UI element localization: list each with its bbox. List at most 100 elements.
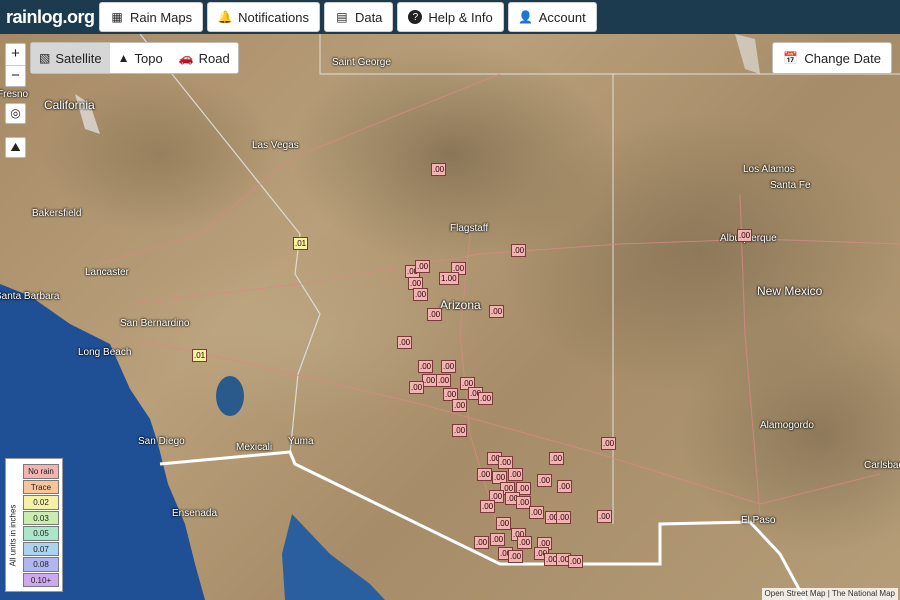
nav-account-label: Account	[538, 9, 586, 25]
rain-gauge-marker[interactable]: .00	[441, 360, 457, 373]
rain-gauge-marker[interactable]: .00	[511, 244, 527, 257]
rain-gauge-marker[interactable]: .00	[413, 288, 429, 301]
rain-gauge-marker[interactable]: .00	[427, 308, 443, 321]
place-label: El Paso	[741, 515, 776, 526]
nav-data-label: Data	[354, 9, 383, 25]
legend-title: All units in inches	[8, 504, 18, 567]
top-navigation-bar: rainlog.org ▦ Rain Maps 🔔 Notifications …	[0, 0, 900, 34]
nav-notifications-label: Notifications	[238, 9, 309, 25]
nav-rain-maps-button[interactable]: ▦ Rain Maps	[99, 2, 204, 32]
rain-gauge-marker[interactable]: .00	[489, 305, 505, 318]
map-type-road-label: Road	[198, 50, 230, 66]
calendar-icon: 📅	[783, 51, 799, 65]
crosshair-icon: ◎	[10, 106, 21, 120]
rain-gauge-marker[interactable]: .00	[478, 392, 494, 405]
rain-gauge-marker[interactable]: .00	[529, 506, 545, 519]
rain-gauge-marker[interactable]: .00	[549, 452, 565, 465]
place-label: Saint George	[332, 57, 391, 68]
help-icon: ?	[408, 10, 423, 24]
place-label: Bakersfield	[32, 208, 82, 219]
rain-gauge-marker[interactable]: 1.00	[439, 272, 459, 285]
rainfall-legend: All units in inches No rain Trace 0.02 0…	[5, 458, 63, 592]
rain-gauge-marker[interactable]: .00	[490, 533, 506, 546]
map-type-topo-button[interactable]: ▲ Topo	[110, 43, 171, 73]
place-label: Lancaster	[85, 267, 129, 278]
place-label: Flagstaff	[450, 223, 489, 234]
gulf-of-california	[282, 514, 385, 600]
rain-gauge-marker[interactable]: .01	[293, 237, 309, 250]
rain-gauge-marker[interactable]: .00	[557, 480, 573, 493]
rain-gauge-marker[interactable]: .00	[496, 517, 512, 530]
place-label: California	[44, 98, 95, 112]
legend-item-no-rain: No rain	[23, 464, 59, 479]
nav-notifications-button[interactable]: 🔔 Notifications	[207, 2, 320, 32]
nav-rain-maps-label: Rain Maps	[130, 9, 193, 25]
place-label: Mexicali	[236, 442, 273, 453]
map-type-selector: ▧ Satellite ▲ Topo 🚗 Road	[30, 42, 239, 74]
rain-gauge-marker[interactable]: .00	[415, 260, 431, 273]
rain-gauge-marker[interactable]: .00	[422, 374, 438, 387]
legend-item-0-07: 0.07	[23, 541, 59, 556]
chart-icon: ▤	[336, 10, 348, 24]
terrain-button[interactable]: ⛰	[5, 137, 26, 158]
user-icon: 👤	[518, 10, 534, 24]
bell-icon: 🔔	[217, 10, 233, 24]
place-label: Alamogordo	[760, 420, 814, 431]
rain-gauge-marker[interactable]: .00	[480, 500, 496, 513]
rain-gauge-marker[interactable]: .00	[601, 437, 617, 450]
zoom-out-button[interactable]: −	[6, 65, 25, 86]
rain-gauge-marker[interactable]: .00	[452, 424, 468, 437]
rain-gauge-marker[interactable]: .00	[508, 468, 524, 481]
mountain-outline-icon: ⛰	[10, 140, 21, 154]
rain-gauge-marker[interactable]: .00	[418, 360, 434, 373]
change-date-label: Change Date	[804, 50, 881, 66]
locate-button[interactable]: ◎	[5, 103, 26, 124]
map-type-satellite-label: Satellite	[55, 50, 102, 66]
place-label: Ensenada	[172, 508, 218, 519]
place-label: Santa Barbara	[0, 291, 60, 302]
rainlog-logo[interactable]: rainlog.org	[0, 0, 95, 34]
zoom-in-button[interactable]: +	[6, 44, 25, 65]
nav-data-button[interactable]: ▤ Data	[323, 2, 394, 32]
place-label: Arizona	[440, 298, 481, 312]
rain-gauge-marker[interactable]: .00	[508, 550, 524, 563]
legend-item-trace: Trace	[23, 479, 59, 494]
place-label: New Mexico	[757, 284, 823, 298]
rain-gauge-marker[interactable]: .00	[452, 399, 468, 412]
place-label: Los Alamos	[743, 164, 795, 175]
nav-help-info-button[interactable]: ? Help & Info	[397, 2, 504, 32]
rain-gauge-marker[interactable]: .00	[477, 468, 493, 481]
legend-item-0-10-plus: 0.10+	[23, 572, 59, 587]
rain-gauge-marker[interactable]: .00	[737, 229, 753, 242]
rain-gauge-marker[interactable]: .00	[409, 381, 425, 394]
legend-item-0-02: 0.02	[23, 495, 59, 510]
nav-account-button[interactable]: 👤 Account	[507, 2, 597, 32]
legend-item-0-05: 0.05	[23, 526, 59, 541]
place-label: Carlsbad	[864, 460, 900, 471]
rain-gauge-marker[interactable]: .01	[192, 349, 208, 362]
place-label: Las Vegas	[252, 140, 299, 151]
rain-gauge-marker[interactable]: .00	[474, 536, 490, 549]
rain-gauge-marker[interactable]: .00	[568, 555, 584, 568]
rain-gauge-marker[interactable]: .00	[556, 511, 572, 524]
place-label: San Diego	[138, 436, 185, 447]
map-type-satellite-button[interactable]: ▧ Satellite	[31, 43, 110, 73]
legend-item-0-08: 0.08	[23, 557, 59, 572]
place-label: San Bernardino	[120, 318, 190, 329]
place-label: Yuma	[288, 436, 314, 447]
place-label: Fresno	[0, 89, 29, 100]
rain-gauge-marker[interactable]: .00	[597, 510, 613, 523]
satellite-map[interactable]: Saint George Fresno California Las Vegas…	[0, 34, 900, 600]
rain-gauge-marker[interactable]: .00	[537, 474, 553, 487]
change-date-button[interactable]: 📅 Change Date	[772, 42, 892, 74]
rain-gauge-marker[interactable]: .00	[517, 536, 533, 549]
rain-gauge-marker[interactable]: .00	[436, 374, 452, 387]
map-attribution[interactable]: Open Street Map | The National Map	[761, 588, 898, 600]
place-label: Long Beach	[78, 347, 132, 358]
nav-help-info-label: Help & Info	[428, 9, 493, 25]
rain-gauge-marker[interactable]: .00	[397, 336, 413, 349]
legend-item-0-03: 0.03	[23, 510, 59, 525]
car-icon: 🚗	[178, 51, 194, 65]
map-type-road-button[interactable]: 🚗 Road	[171, 43, 238, 73]
rain-gauge-marker[interactable]: .00	[431, 163, 447, 176]
